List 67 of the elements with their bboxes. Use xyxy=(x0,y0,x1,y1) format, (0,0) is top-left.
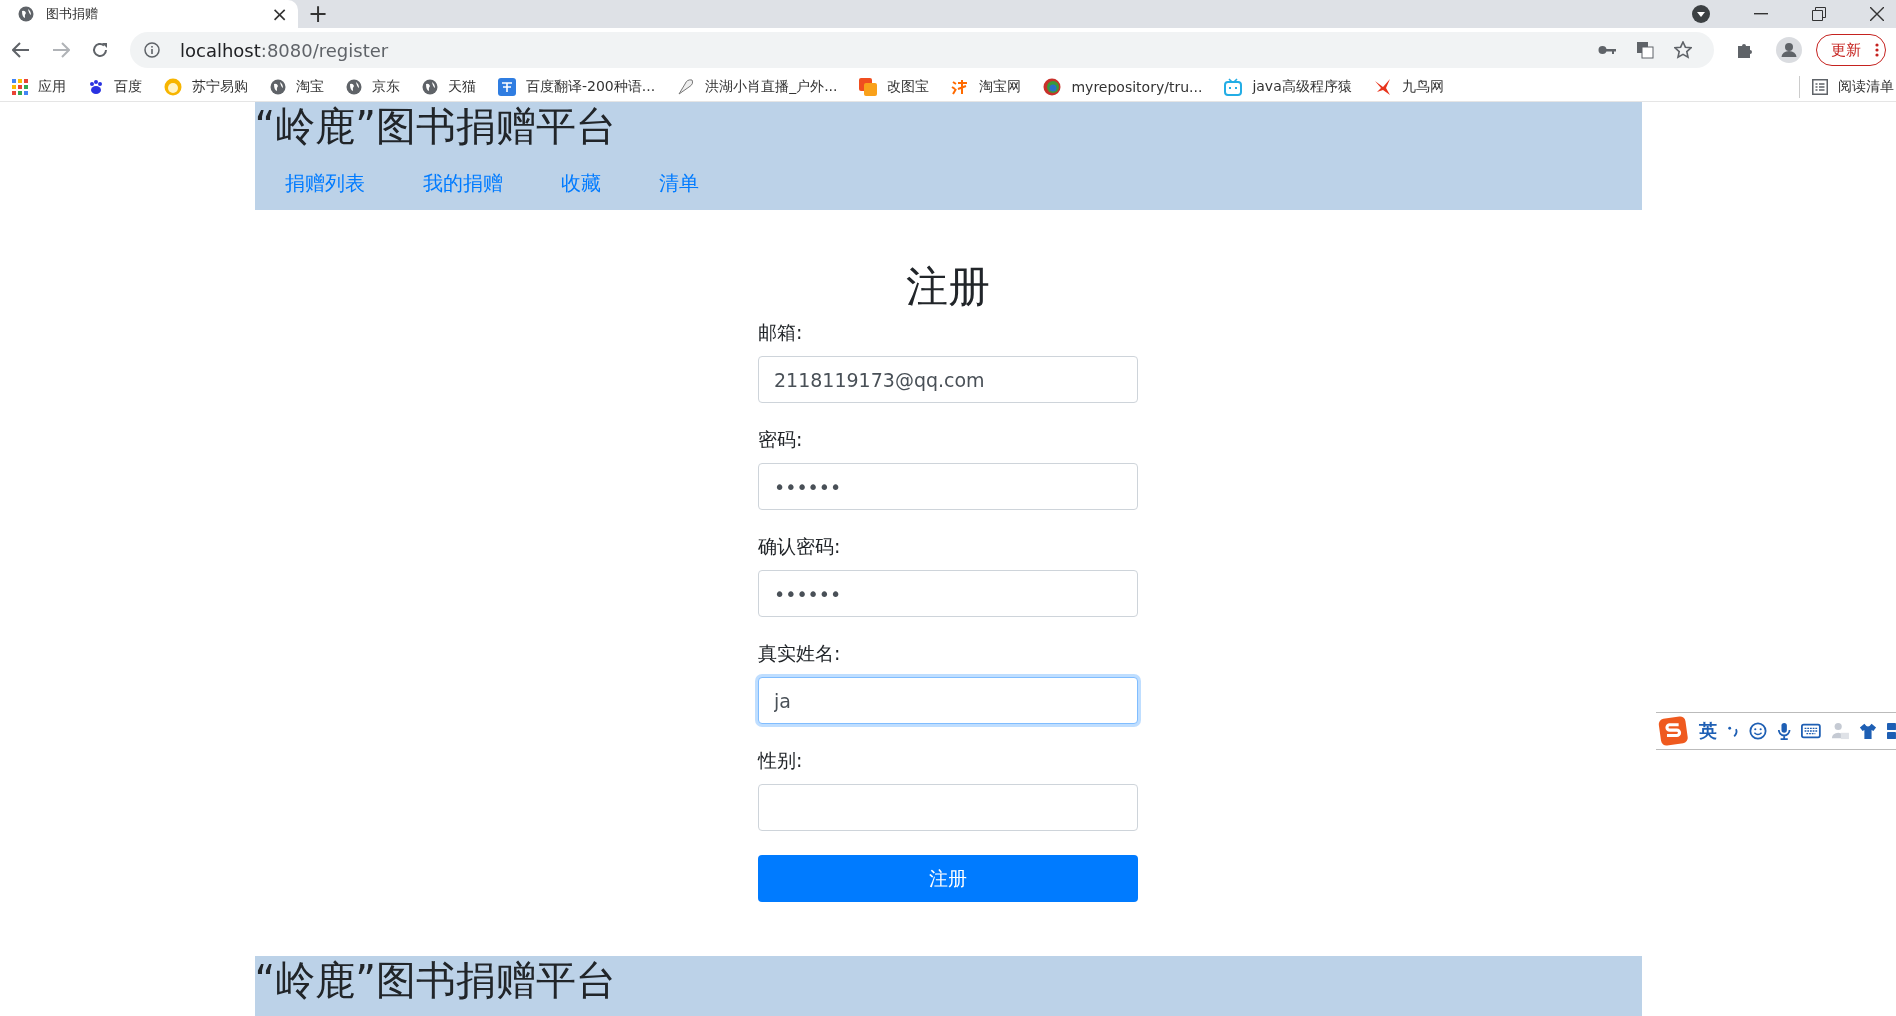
input-field[interactable] xyxy=(758,784,1138,831)
smiley-icon[interactable] xyxy=(1749,721,1768,741)
squares-icon xyxy=(859,77,878,96)
bookmark-item[interactable]: 京东 xyxy=(346,77,400,96)
grid-icon[interactable] xyxy=(1887,722,1896,740)
translate-icon[interactable] xyxy=(1636,41,1654,60)
bookmark-item[interactable]: 天猫 xyxy=(422,77,476,96)
field-label: 真实姓名: xyxy=(758,641,842,665)
input-field[interactable]: 2118119173@qq.com xyxy=(758,356,1138,403)
bookmark-item[interactable]: myrepository/tru... xyxy=(1043,77,1203,96)
globe-icon xyxy=(346,78,362,95)
input-field[interactable]: ja xyxy=(758,677,1138,724)
star-icon[interactable] xyxy=(1674,41,1692,60)
profile-icon[interactable] xyxy=(1776,37,1802,64)
field-label: 性别: xyxy=(758,748,804,772)
tv-icon xyxy=(1224,77,1243,96)
more-icon xyxy=(1875,43,1879,58)
bookmark-item[interactable]: 改图宝 xyxy=(859,77,930,96)
update-button[interactable]: 更新 xyxy=(1816,34,1886,67)
key-icon[interactable] xyxy=(1598,45,1616,56)
bookmark-item[interactable]: 应用 xyxy=(12,77,66,96)
field-label: 密码: xyxy=(758,427,804,451)
paw-icon xyxy=(88,78,104,95)
restore-icon[interactable] xyxy=(1812,7,1826,21)
info-icon xyxy=(144,42,160,59)
puzzle-icon[interactable] xyxy=(1736,41,1754,60)
field-label: 确认密码: xyxy=(758,534,842,558)
ring-icon xyxy=(1043,77,1062,96)
microphone-icon[interactable] xyxy=(1777,721,1792,741)
bookmark-item[interactable]: 淘宝 xyxy=(270,77,324,96)
bookmark-item[interactable]: 百度翻译-200种语... xyxy=(498,77,656,96)
reading-list-button[interactable]: 阅读清单 xyxy=(1812,77,1894,96)
keyboard-icon[interactable] xyxy=(1801,723,1822,739)
input-field[interactable]: •••••• xyxy=(758,463,1138,510)
register-button[interactable]: 注册 xyxy=(758,855,1138,902)
minimize-icon[interactable] xyxy=(1754,13,1768,15)
close-icon[interactable] xyxy=(1870,7,1884,21)
back-icon[interactable] xyxy=(12,42,30,59)
shirt-icon[interactable] xyxy=(1859,722,1878,740)
address-bar[interactable]: localhost:8080/register xyxy=(130,32,1714,69)
bookmark-item[interactable]: 洪湖小肖直播_户外... xyxy=(677,77,838,96)
bookmark-item[interactable]: 九鸟网 xyxy=(1373,77,1444,96)
globe-icon xyxy=(18,6,34,22)
url-text: localhost:8080/register xyxy=(180,39,389,61)
site-title: “岭鹿”图书捐赠平台 xyxy=(254,956,617,1004)
sun-icon xyxy=(164,77,182,96)
bookmark-item[interactable]: java高级程序猿 xyxy=(1224,77,1352,96)
form-title: 注册 xyxy=(905,262,991,312)
translate-icon xyxy=(498,77,516,96)
dropdown-icon[interactable] xyxy=(1692,5,1710,23)
grid-icon xyxy=(12,78,28,95)
bookmark-item[interactable]: 苏宁易购 xyxy=(164,77,248,96)
punctuation-icon[interactable] xyxy=(1726,724,1740,738)
bookmark-item[interactable]: 淘宝网 xyxy=(951,77,1022,96)
field-label: 邮箱: xyxy=(758,320,804,344)
globe-icon xyxy=(422,78,438,95)
reload-icon[interactable] xyxy=(92,42,108,59)
bookmark-item[interactable]: 百度 xyxy=(88,77,142,96)
site-title: “岭鹿”图书捐赠平台 xyxy=(254,102,617,150)
input-field[interactable]: •••••• xyxy=(758,570,1138,617)
tab-title: 图书捐赠 xyxy=(46,5,99,23)
close-tab-button[interactable]: × xyxy=(271,4,288,24)
browser-tab[interactable]: 图书捐赠 × xyxy=(0,0,298,28)
new-tab-button[interactable]: + xyxy=(308,2,329,26)
input-mode-button[interactable]: 英 xyxy=(1698,719,1717,743)
globe-icon xyxy=(270,78,286,95)
list-icon xyxy=(1812,78,1828,95)
